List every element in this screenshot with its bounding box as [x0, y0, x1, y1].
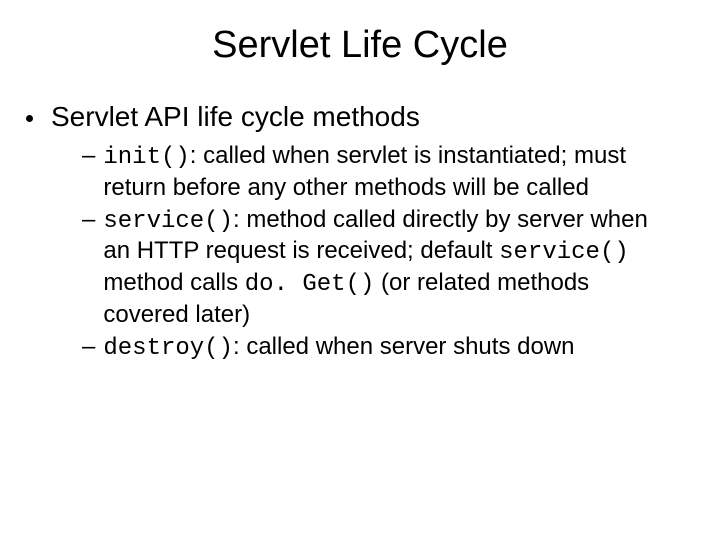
code-service-2: service() [499, 239, 629, 266]
slide: Servlet Life Cycle Servlet API life cycl… [0, 0, 720, 540]
sub-bullet-list: – init(): called when servlet is instant… [20, 141, 700, 363]
text-segment: method calls [103, 269, 244, 296]
code-service: service() [103, 208, 233, 235]
bullet-1-text: Servlet API life cycle methods [51, 101, 420, 133]
slide-title: Servlet Life Cycle [0, 0, 720, 67]
dash-icon: – [82, 205, 95, 235]
bullet-level-1: Servlet API life cycle methods [20, 101, 700, 133]
dash-icon: – [82, 141, 95, 171]
dash-icon: – [82, 332, 95, 362]
list-item-content: service(): method called directly by ser… [103, 205, 672, 330]
list-item-content: init(): called when servlet is instantia… [103, 141, 672, 203]
slide-body: Servlet API life cycle methods – init():… [0, 67, 720, 363]
text-segment: : called when server shuts down [233, 333, 575, 360]
code-destroy: destroy() [103, 335, 233, 362]
code-doget: do. Get() [245, 271, 375, 298]
list-item-content: destroy(): called when server shuts down [103, 332, 672, 364]
list-item: – service(): method called directly by s… [82, 205, 672, 330]
code-init: init() [103, 144, 189, 171]
list-item: – init(): called when servlet is instant… [82, 141, 672, 203]
list-item: – destroy(): called when server shuts do… [82, 332, 672, 364]
bullet-dot-icon [26, 115, 33, 122]
